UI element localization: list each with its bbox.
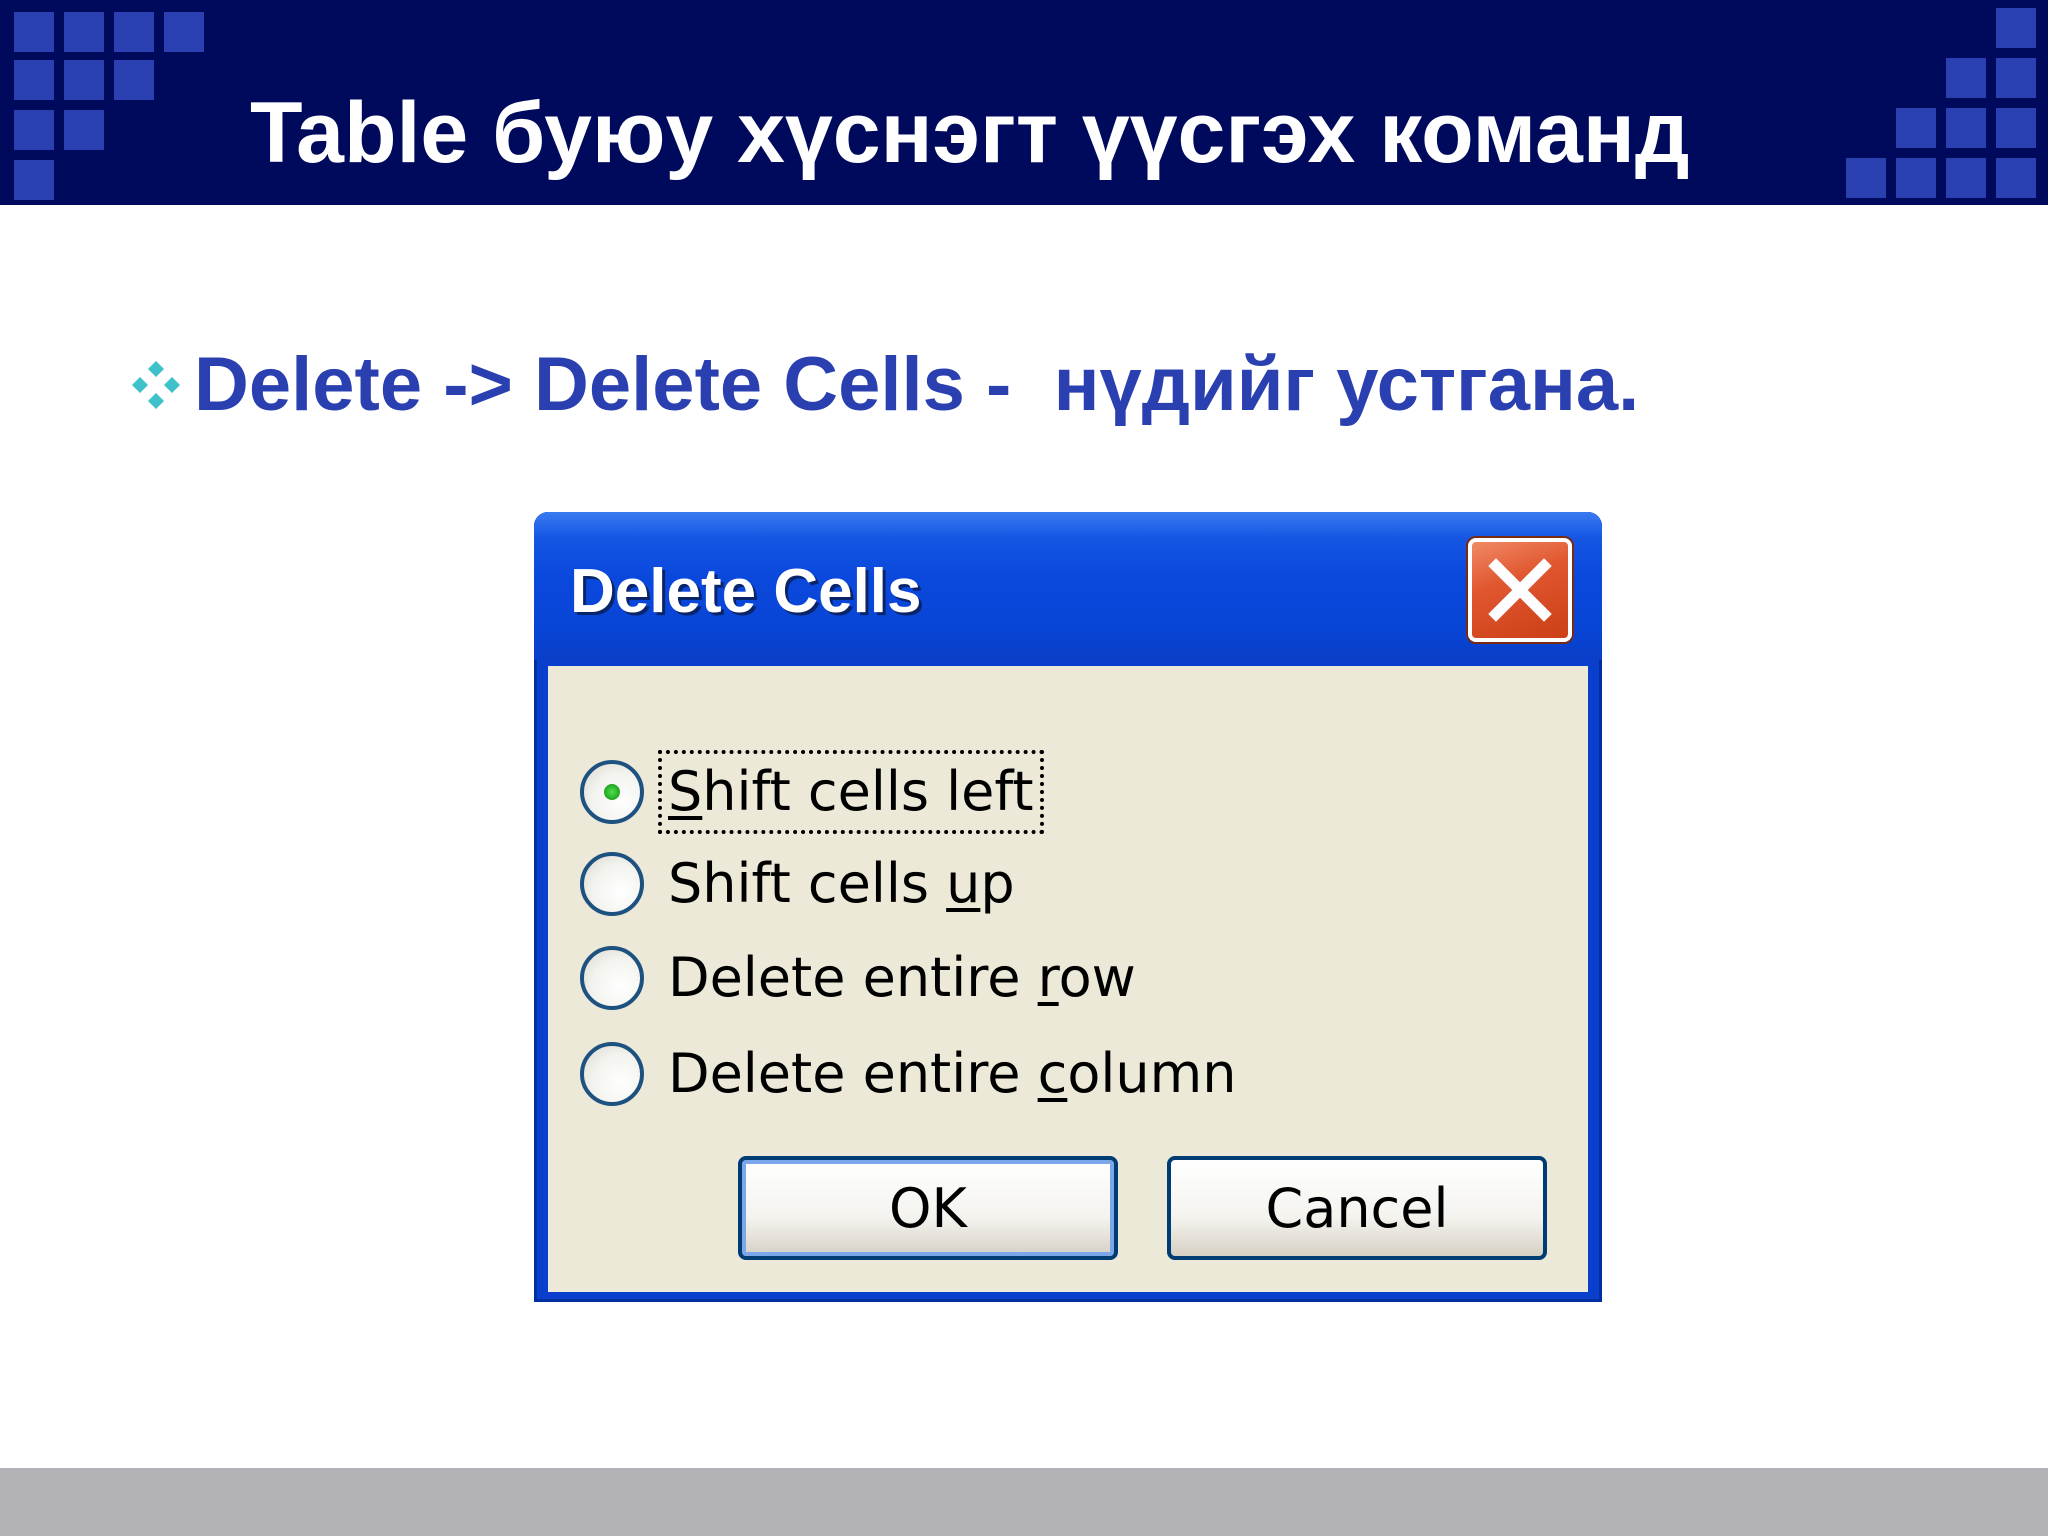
dialog-title: Delete Cells <box>570 557 922 626</box>
decor-square <box>114 12 154 52</box>
option-label: Shift cells up <box>668 852 1015 915</box>
decor-square <box>14 60 54 100</box>
bullet-item: Delete -> Delete Cells - нүдийг устгана. <box>126 335 1926 435</box>
decor-square <box>1896 158 1936 198</box>
bullet-text: Delete -> Delete Cells - нүдийг устгана. <box>194 342 1640 427</box>
slide-header: Table буюу хүснэгт үүсгэх команд <box>0 0 2048 205</box>
decor-square <box>1996 58 2036 98</box>
decor-square <box>1996 8 2036 48</box>
close-x-icon <box>1488 558 1552 622</box>
decor-square <box>114 60 154 100</box>
decor-square <box>14 110 54 150</box>
slide-title: Table буюу хүснэгт үүсгэх команд <box>250 85 1690 181</box>
radio-button[interactable] <box>580 1042 644 1106</box>
option-label: Delete entire column <box>668 1042 1237 1105</box>
option-delete-entire-row[interactable]: Delete entire row <box>580 938 1140 1018</box>
radio-button[interactable] <box>580 760 644 824</box>
close-button[interactable] <box>1468 538 1572 642</box>
decor-square <box>14 12 54 52</box>
decor-square <box>164 12 204 52</box>
cancel-button[interactable]: Cancel <box>1167 1156 1547 1260</box>
option-label: Shift cells left <box>658 750 1044 834</box>
decor-square <box>1946 158 1986 198</box>
radio-button[interactable] <box>580 946 644 1010</box>
decor-square <box>1946 108 1986 148</box>
radio-selected-dot <box>604 784 620 800</box>
decor-square <box>1996 158 2036 198</box>
decor-square <box>1946 58 1986 98</box>
option-shift-cells-left[interactable]: Shift cells left <box>580 750 1044 834</box>
decor-square <box>1896 108 1936 148</box>
diamond-bullet-icon <box>132 361 180 409</box>
option-delete-entire-column[interactable]: Delete entire column <box>580 1034 1240 1114</box>
option-shift-cells-up[interactable]: Shift cells up <box>580 844 1019 924</box>
dialog-client-area: Shift cells left Shift cells up Delete e… <box>548 666 1588 1292</box>
decor-square <box>64 110 104 150</box>
decor-square <box>14 160 54 200</box>
dialog-titlebar[interactable]: Delete Cells <box>534 512 1602 660</box>
decor-square <box>64 60 104 100</box>
ok-button[interactable]: OK <box>738 1156 1118 1260</box>
decor-square <box>1846 158 1886 198</box>
delete-cells-dialog: Delete Cells Shift cells left Shift cell… <box>534 512 1602 1302</box>
slide-footer-band <box>0 1468 2048 1536</box>
decor-square <box>64 12 104 52</box>
decor-square <box>1996 108 2036 148</box>
radio-button[interactable] <box>580 852 644 916</box>
option-label: Delete entire row <box>668 946 1136 1009</box>
